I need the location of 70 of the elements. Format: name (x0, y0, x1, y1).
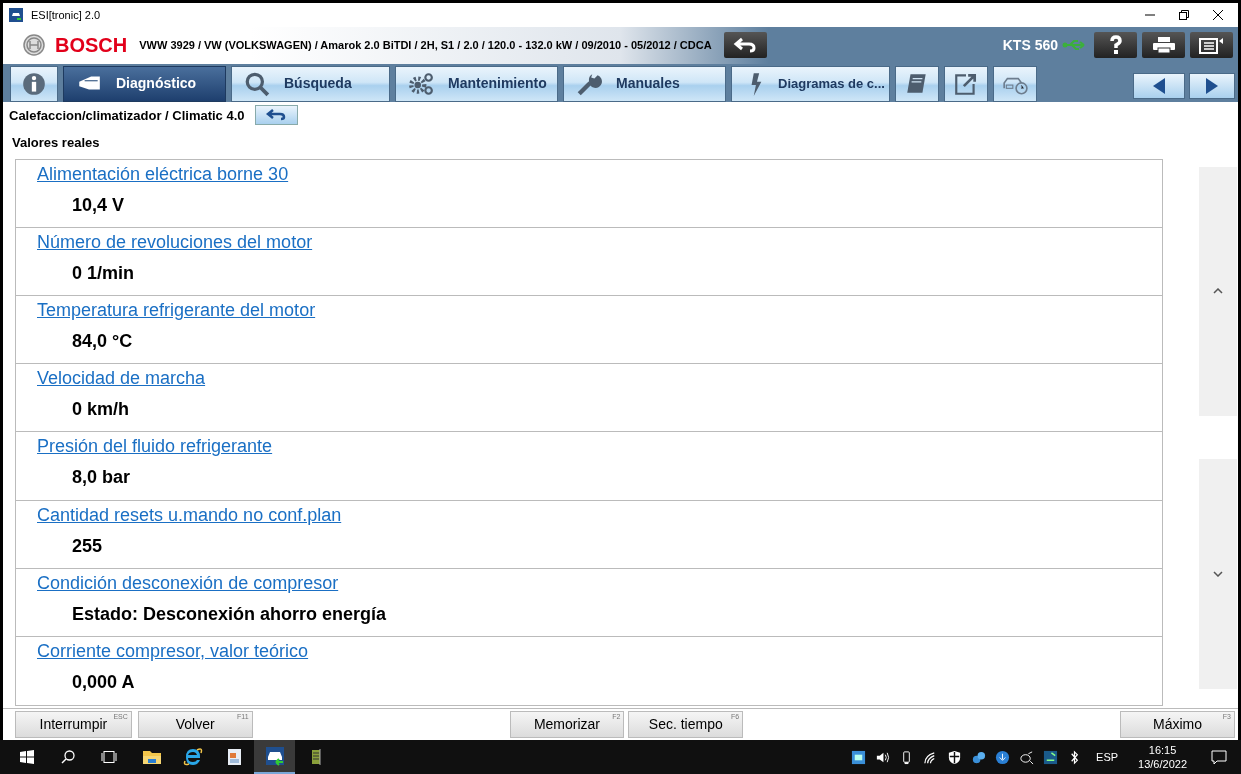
restore-icon[interactable] (1178, 8, 1190, 21)
language-indicator[interactable]: ESP (1096, 748, 1119, 766)
parameter-value: Estado: Desconexión ahorro energía (72, 602, 387, 625)
search-icon (244, 70, 270, 97)
vehicle-info: VWW 3929 / VW (VOLKSWAGEN) / Amarok 2.0 BiTDI / 2H, S1 / 2.0 / 120.0 - 132.0 kW / 09/2010 - 05/2012 / CDCA (139, 38, 712, 54)
parameter-link[interactable]: Condición desconexión de compresor (37, 571, 339, 594)
device-name: KTS 560 (1002, 35, 1058, 55)
tab[interactable] (10, 65, 58, 102)
bosch-logo-icon (23, 34, 45, 57)
parameter-link[interactable]: Velocidad de marcha (37, 367, 206, 390)
return-arrow-icon (265, 109, 288, 122)
clock-time: 16:15 (1148, 743, 1177, 758)
notification-icon[interactable] (1211, 749, 1227, 765)
previous-button[interactable] (1133, 72, 1185, 99)
parameter-link[interactable]: Alimentación eléctrica borne 30 (37, 162, 289, 185)
brand-name: BOSCH (55, 33, 128, 59)
chevron-up-icon (1213, 288, 1223, 295)
satellite-icon[interactable] (1019, 749, 1035, 765)
tab[interactable] (993, 65, 1037, 102)
tab[interactable]: Diagramas de c... (731, 65, 890, 102)
back-button[interactable] (723, 32, 767, 59)
list-icon (1198, 36, 1225, 55)
question-icon (1108, 35, 1123, 56)
parameter-link[interactable]: Cantidad resets u.mando no conf.plan (37, 503, 342, 526)
parameter-value: 8,0 bar (72, 466, 131, 489)
parameter-link[interactable]: Presión del fluido refrigerante (37, 435, 273, 458)
download-icon[interactable] (995, 749, 1011, 765)
clock-date: 13/6/2022 (1138, 757, 1187, 772)
help-button[interactable] (1094, 32, 1137, 59)
printer-icon (1151, 36, 1176, 55)
tab[interactable]: Manuales (563, 65, 726, 102)
gears-icon (408, 70, 434, 97)
tab[interactable]: Mantenimiento (395, 65, 558, 102)
parameter-value: 0 1/min (72, 262, 135, 284)
task-view-icon[interactable] (101, 750, 117, 765)
print-button[interactable] (1142, 32, 1185, 59)
tab[interactable]: Diagnóstico (63, 65, 226, 102)
parameter-link[interactable]: Número de revoluciones del motor (37, 231, 313, 253)
section-title: Valores reales (12, 134, 100, 153)
breadcrumb: Calefaccion/climatizador / Climatic 4.0 (9, 106, 245, 125)
parameter-link[interactable]: Corriente compresor, valor teórico (37, 639, 309, 662)
windows-start-icon[interactable] (20, 750, 34, 765)
tab[interactable]: Búsqueda (231, 65, 390, 102)
app-icon (9, 7, 23, 22)
parameter-value: 84,0 °C (72, 330, 133, 353)
taskbar-app[interactable] (254, 740, 295, 774)
right-arrow-icon (1206, 77, 1218, 94)
shield-icon[interactable] (947, 749, 963, 765)
left-arrow-icon (1153, 77, 1165, 94)
monitor-app-icon[interactable] (1043, 749, 1059, 765)
window-title: ESI[tronic] 2.0 (31, 7, 101, 23)
info-icon (21, 70, 47, 97)
browser-e-icon (182, 747, 203, 768)
return-button[interactable] (254, 105, 298, 126)
menu-button[interactable] (1190, 32, 1233, 59)
chevron-down-icon (1213, 570, 1223, 577)
close-icon[interactable] (1212, 8, 1224, 21)
tab[interactable] (895, 65, 939, 102)
parameter-value: 255 (72, 534, 103, 557)
next-button[interactable] (1189, 72, 1235, 99)
tab[interactable] (944, 65, 988, 102)
link-icon[interactable] (971, 749, 987, 765)
parameter-value: 10,4 V (72, 193, 125, 216)
network-app-icon[interactable] (851, 749, 867, 765)
parameter-value: 0,000 A (72, 670, 135, 693)
parameter-link[interactable]: Temperatura refrigerante del motor (37, 299, 316, 322)
parameter-value: 0 km/h (72, 398, 130, 421)
car-app-icon (264, 746, 285, 767)
search-icon[interactable] (61, 750, 75, 765)
return-arrow-icon (733, 37, 758, 54)
